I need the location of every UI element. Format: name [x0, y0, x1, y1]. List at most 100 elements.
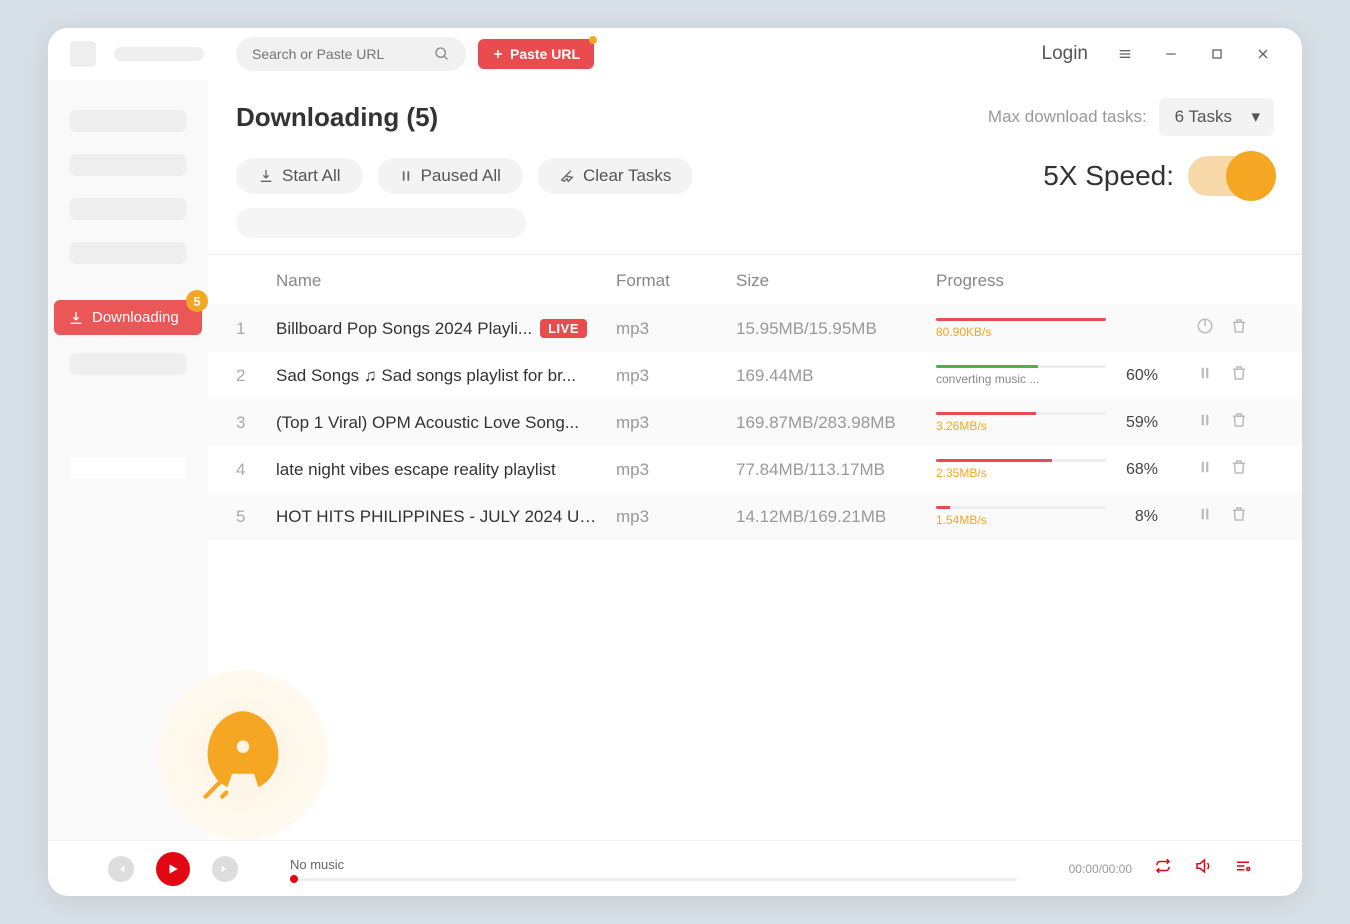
- downloads-table: Name Format Size Progress 1 Billboard Po…: [208, 255, 1302, 840]
- delete-button[interactable]: [1230, 364, 1248, 387]
- row-format: mp3: [616, 319, 736, 339]
- downloading-count-badge: 5: [186, 290, 208, 312]
- prev-track-button[interactable]: [108, 856, 134, 882]
- table-row[interactable]: 2 Sad Songs ♫ Sad songs playlist for br.…: [208, 352, 1302, 399]
- row-index: 5: [236, 507, 276, 527]
- row-index: 3: [236, 413, 276, 433]
- volume-button[interactable]: [1194, 857, 1212, 880]
- menu-button[interactable]: [1108, 37, 1142, 71]
- row-format: mp3: [616, 413, 736, 433]
- max-tasks-label: Max download tasks:: [988, 107, 1147, 127]
- login-link[interactable]: Login: [1042, 43, 1089, 65]
- row-name: (Top 1 Viral) OPM Acoustic Love Song...: [276, 413, 616, 433]
- pause-button[interactable]: [1196, 458, 1214, 481]
- repeat-button[interactable]: [1154, 857, 1172, 880]
- search-box[interactable]: [236, 37, 466, 71]
- table-row[interactable]: 3 (Top 1 Viral) OPM Acoustic Love Song..…: [208, 399, 1302, 446]
- max-tasks-value: 6 Tasks: [1175, 107, 1232, 126]
- next-track-button[interactable]: [212, 856, 238, 882]
- main-panel: Downloading (5) Max download tasks: 6 Ta…: [208, 80, 1302, 840]
- download-icon: [68, 310, 84, 326]
- maximize-button[interactable]: [1200, 37, 1234, 71]
- table-header: Name Format Size Progress: [208, 255, 1302, 305]
- toolbar-placeholder: [236, 208, 526, 238]
- notification-dot: [589, 36, 597, 44]
- brand-name: [114, 47, 204, 61]
- progress-bar: converting music ...: [936, 365, 1106, 386]
- search-icon: [434, 46, 450, 62]
- speed-label: 5X Speed:: [1043, 160, 1174, 192]
- toggle-knob: [1226, 151, 1276, 201]
- pause-icon: [399, 169, 413, 183]
- pause-button[interactable]: [1196, 364, 1214, 387]
- pause-button[interactable]: [1196, 505, 1214, 528]
- sidebar-item[interactable]: [70, 457, 186, 479]
- table-row[interactable]: 1 Billboard Pop Songs 2024 Playli... LIV…: [208, 305, 1302, 352]
- sidebar-item[interactable]: [70, 154, 186, 176]
- row-size: 169.44MB: [736, 366, 936, 386]
- scrubber-handle[interactable]: [290, 875, 298, 883]
- pause-button[interactable]: [1196, 411, 1214, 434]
- row-index: 1: [236, 319, 276, 339]
- live-badge: LIVE: [540, 319, 587, 338]
- col-progress: Progress: [936, 271, 1274, 291]
- stop-button[interactable]: [1196, 317, 1214, 340]
- track-scrubber[interactable]: [290, 878, 1017, 881]
- row-index: 2: [236, 366, 276, 386]
- playlist-button[interactable]: [1234, 857, 1252, 880]
- delete-button[interactable]: [1230, 317, 1248, 340]
- sidebar-item-downloading[interactable]: Downloading 5: [54, 300, 202, 335]
- boost-rocket-badge[interactable]: [158, 670, 328, 840]
- row-percent: 68%: [1116, 461, 1158, 479]
- row-format: mp3: [616, 507, 736, 527]
- rocket-icon: [193, 705, 293, 805]
- start-all-label: Start All: [282, 166, 341, 186]
- row-size: 14.12MB/169.21MB: [736, 507, 936, 527]
- row-speed: 2.35MB/s: [936, 466, 1106, 480]
- track-time: 00:00/00:00: [1069, 862, 1132, 876]
- row-percent: 59%: [1116, 414, 1158, 432]
- row-index: 4: [236, 460, 276, 480]
- sidebar-item[interactable]: [70, 242, 186, 264]
- play-button[interactable]: [156, 852, 190, 886]
- row-name: Billboard Pop Songs 2024 Playli... LIVE: [276, 319, 616, 339]
- row-speed: 3.26MB/s: [936, 419, 1106, 433]
- sidebar-item[interactable]: [70, 198, 186, 220]
- app-logo: [70, 41, 96, 67]
- start-all-button[interactable]: Start All: [236, 158, 363, 194]
- app-window: Paste URL Login Downloading 5: [48, 28, 1302, 896]
- row-percent: 60%: [1116, 367, 1158, 385]
- sidebar-item[interactable]: [70, 353, 186, 375]
- titlebar: Paste URL Login: [48, 28, 1302, 80]
- col-format: Format: [616, 271, 736, 291]
- progress-bar: 1.54MB/s: [936, 506, 1106, 527]
- delete-button[interactable]: [1230, 411, 1248, 434]
- row-format: mp3: [616, 460, 736, 480]
- table-row[interactable]: 5 HOT HITS PHILIPPINES - JULY 2024 UP...…: [208, 493, 1302, 540]
- row-name: HOT HITS PHILIPPINES - JULY 2024 UP...: [276, 507, 616, 527]
- delete-button[interactable]: [1230, 458, 1248, 481]
- search-input[interactable]: [252, 46, 434, 62]
- download-icon: [258, 168, 274, 184]
- paused-all-label: Paused All: [421, 166, 501, 186]
- row-name: Sad Songs ♫ Sad songs playlist for br...: [276, 366, 616, 386]
- sidebar-item[interactable]: [70, 110, 186, 132]
- clear-tasks-label: Clear Tasks: [583, 166, 672, 186]
- minimize-button[interactable]: [1154, 37, 1188, 71]
- plus-icon: [492, 48, 504, 60]
- paste-url-button[interactable]: Paste URL: [478, 39, 594, 69]
- paused-all-button[interactable]: Paused All: [377, 158, 523, 194]
- row-size: 169.87MB/283.98MB: [736, 413, 936, 433]
- sidebar-downloading-label: Downloading: [92, 309, 179, 326]
- close-button[interactable]: [1246, 37, 1280, 71]
- table-row[interactable]: 4 late night vibes escape reality playli…: [208, 446, 1302, 493]
- delete-button[interactable]: [1230, 505, 1248, 528]
- row-percent: 8%: [1116, 508, 1158, 526]
- broom-icon: [559, 168, 575, 184]
- page-title: Downloading (5): [236, 102, 438, 133]
- max-tasks-select[interactable]: 6 Tasks ▾: [1159, 98, 1274, 136]
- speed-toggle[interactable]: [1188, 156, 1274, 196]
- track-area[interactable]: No music: [260, 857, 1047, 881]
- progress-bar: 2.35MB/s: [936, 459, 1106, 480]
- clear-tasks-button[interactable]: Clear Tasks: [537, 158, 694, 194]
